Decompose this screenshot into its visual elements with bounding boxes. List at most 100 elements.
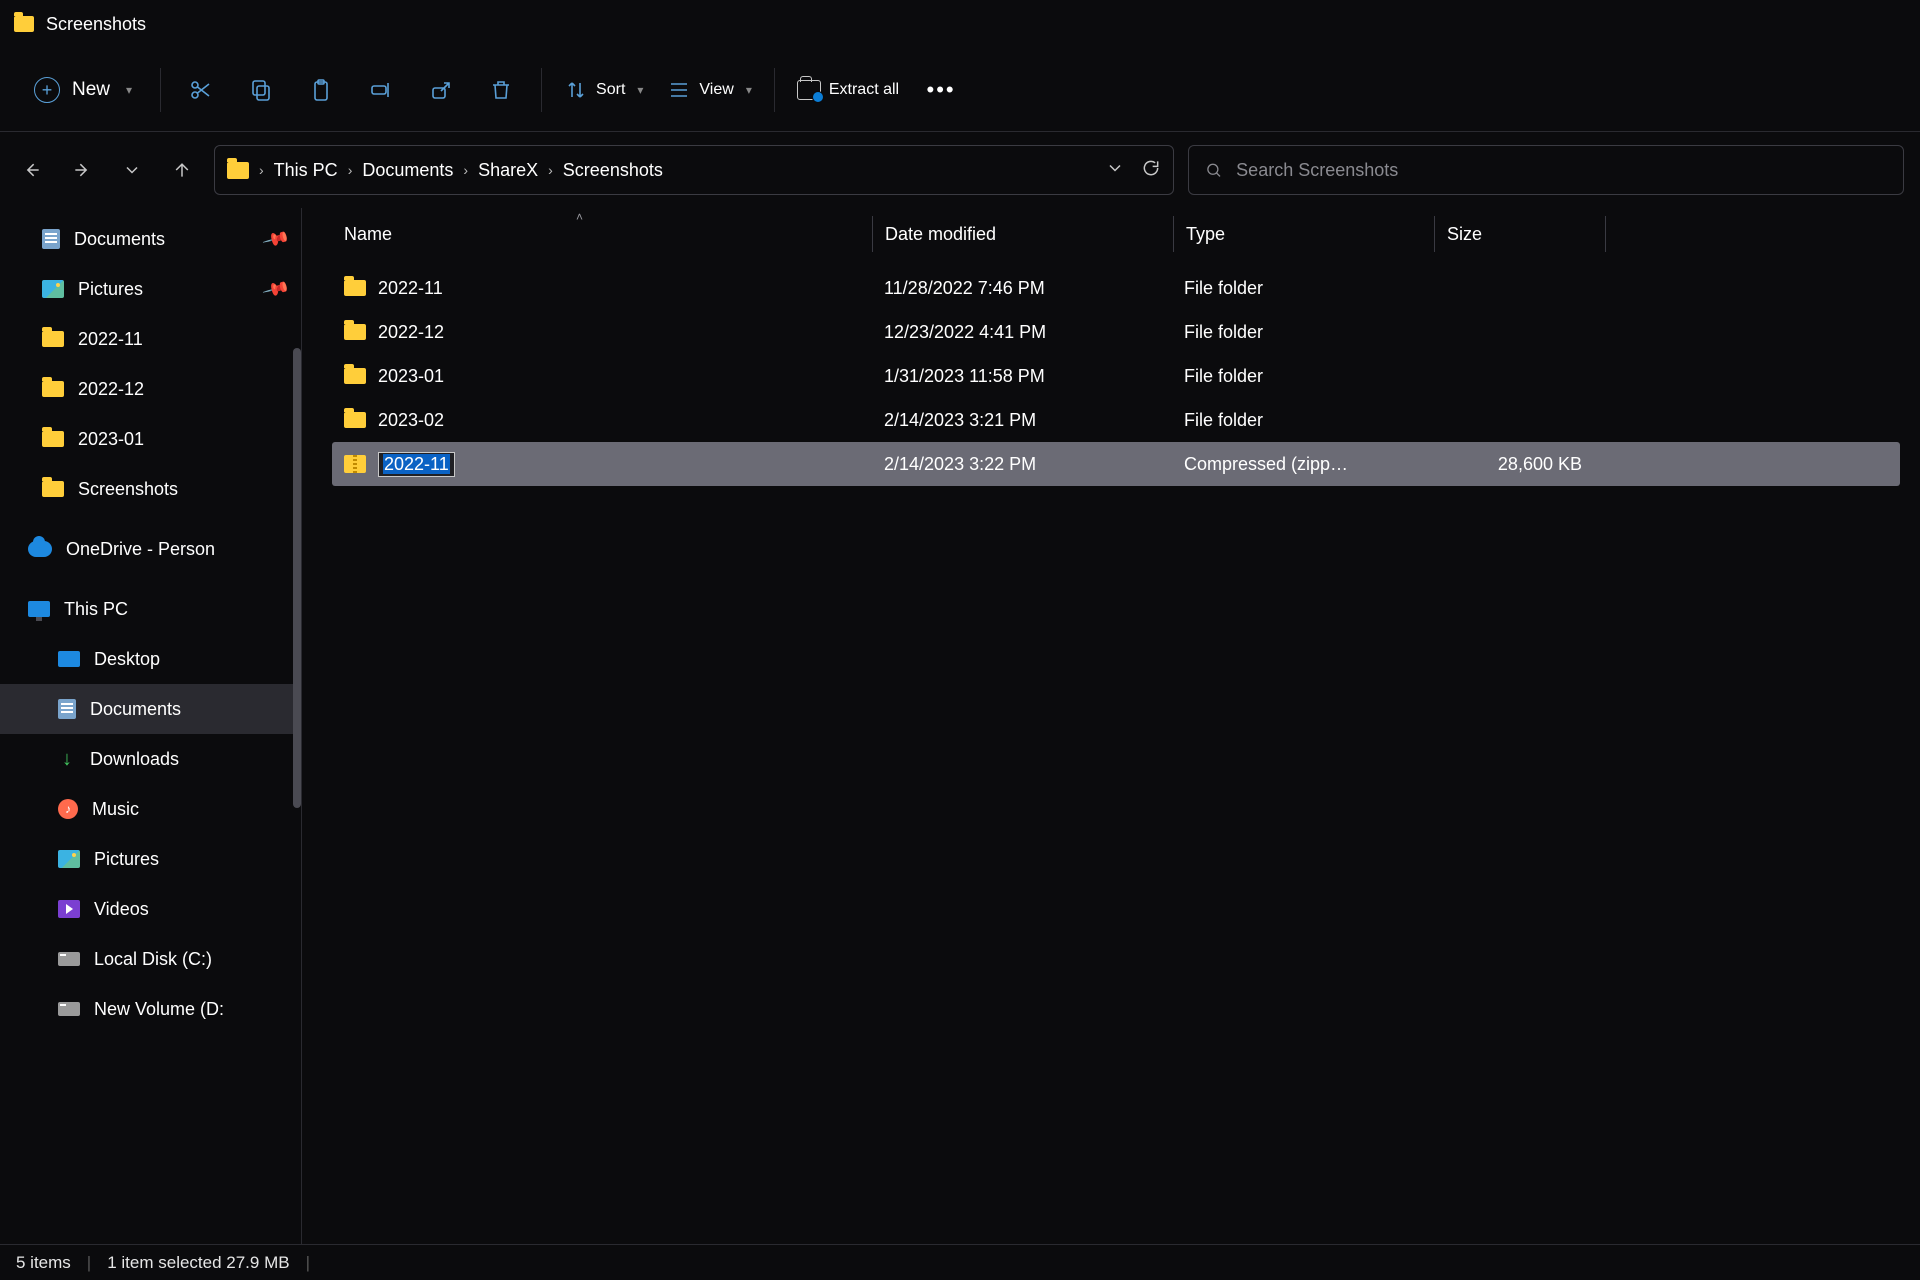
column-header-type[interactable]: Type xyxy=(1174,208,1434,260)
arrow-right-icon xyxy=(72,160,92,180)
delete-button[interactable] xyxy=(473,64,529,116)
address-bar[interactable]: › This PC › Documents › ShareX › Screens… xyxy=(214,145,1174,195)
rename-selection: 2022-11 xyxy=(383,454,450,474)
extract-all-button[interactable]: → Extract all xyxy=(787,64,909,116)
folder-icon xyxy=(227,162,249,179)
paste-button[interactable] xyxy=(293,64,349,116)
share-button[interactable] xyxy=(413,64,469,116)
music-icon: ♪ xyxy=(58,799,78,819)
share-icon xyxy=(429,78,453,102)
toolbar-separator xyxy=(541,68,542,112)
sidebar-item-pictures[interactable]: Pictures 📌 xyxy=(0,264,301,314)
column-separator[interactable] xyxy=(1605,216,1606,252)
file-row[interactable]: 2022-12 12/23/2022 4:41 PM File folder xyxy=(332,310,1900,354)
toolbar-separator xyxy=(774,68,775,112)
sidebar-item-disk-c[interactable]: Local Disk (C:) xyxy=(0,934,301,984)
search-icon xyxy=(1205,161,1222,179)
sidebar-item-desktop[interactable]: Desktop xyxy=(0,634,301,684)
sidebar-item-pictures[interactable]: Pictures xyxy=(0,834,301,884)
sidebar-item-label: Local Disk (C:) xyxy=(94,949,212,970)
pictures-icon xyxy=(58,850,80,868)
sidebar-item-downloads[interactable]: ↓ Downloads xyxy=(0,734,301,784)
up-button[interactable] xyxy=(164,152,200,188)
ellipsis-icon: ••• xyxy=(927,77,956,103)
file-row-selected[interactable]: 2022-11 2/14/2023 3:22 PM Compressed (zi… xyxy=(332,442,1900,486)
sidebar-item-label: OneDrive - Person xyxy=(66,539,215,560)
clipboard-icon xyxy=(309,78,333,102)
refresh-button[interactable] xyxy=(1141,158,1161,183)
sidebar-scrollbar[interactable] xyxy=(291,208,301,1244)
column-header-name[interactable]: Name xyxy=(332,208,872,260)
sidebar: Documents 📌 Pictures 📌 2022-11 2022-12 2… xyxy=(0,208,302,1244)
folder-icon xyxy=(42,331,64,347)
search-box[interactable] xyxy=(1188,145,1904,195)
folder-icon xyxy=(344,368,366,384)
sidebar-item-documents[interactable]: Documents 📌 xyxy=(0,214,301,264)
arrow-up-icon xyxy=(172,160,192,180)
breadcrumb-segment[interactable]: This PC xyxy=(274,160,338,181)
sidebar-item-folder[interactable]: 2022-12 xyxy=(0,364,301,414)
rename-input[interactable]: 2022-11 xyxy=(378,452,455,477)
more-button[interactable]: ••• xyxy=(913,64,969,116)
sidebar-item-folder[interactable]: Screenshots xyxy=(0,464,301,514)
toolbar-separator xyxy=(160,68,161,112)
address-dropdown-button[interactable] xyxy=(1105,158,1125,183)
folder-icon xyxy=(42,481,64,497)
desktop-icon xyxy=(58,651,80,667)
monitor-icon xyxy=(28,601,50,617)
back-button[interactable] xyxy=(14,152,50,188)
chevron-down-icon xyxy=(1105,158,1125,178)
cut-button[interactable] xyxy=(173,64,229,116)
chevron-down-icon xyxy=(122,160,142,180)
view-button-label: View xyxy=(699,81,733,99)
breadcrumb-segment[interactable]: ShareX xyxy=(478,160,538,181)
sidebar-item-folder[interactable]: 2023-01 xyxy=(0,414,301,464)
file-name: 2022-11 xyxy=(378,278,443,299)
file-row[interactable]: 2023-02 2/14/2023 3:21 PM File folder xyxy=(332,398,1900,442)
arrow-left-icon xyxy=(22,160,42,180)
sidebar-item-label: 2023-01 xyxy=(78,429,144,450)
sidebar-item-label: 2022-12 xyxy=(78,379,144,400)
scrollbar-thumb[interactable] xyxy=(293,348,301,808)
file-row[interactable]: 2022-11 11/28/2022 7:46 PM File folder xyxy=(332,266,1900,310)
status-separator: | xyxy=(306,1253,310,1273)
pin-icon: 📌 xyxy=(261,224,291,253)
search-input[interactable] xyxy=(1236,160,1887,181)
body: Documents 📌 Pictures 📌 2022-11 2022-12 2… xyxy=(0,208,1920,1244)
sidebar-item-videos[interactable]: Videos xyxy=(0,884,301,934)
file-row[interactable]: 2023-01 1/31/2023 11:58 PM File folder xyxy=(332,354,1900,398)
sidebar-item-folder[interactable]: 2022-11 xyxy=(0,314,301,364)
sort-button[interactable]: Sort ▾ xyxy=(554,64,653,116)
pin-icon: 📌 xyxy=(261,274,291,303)
file-name: 2023-02 xyxy=(378,410,444,431)
folder-icon xyxy=(42,381,64,397)
breadcrumb: › This PC › Documents › ShareX › Screens… xyxy=(259,160,663,181)
rename-button[interactable] xyxy=(353,64,409,116)
sidebar-item-music[interactable]: ♪ Music xyxy=(0,784,301,834)
sidebar-item-thispc[interactable]: This PC xyxy=(0,584,301,634)
sidebar-item-label: Downloads xyxy=(90,749,179,770)
forward-button[interactable] xyxy=(64,152,100,188)
column-header-date[interactable]: Date modified xyxy=(873,208,1173,260)
file-date: 12/23/2022 4:41 PM xyxy=(884,322,1046,343)
sidebar-item-onedrive[interactable]: OneDrive - Person xyxy=(0,524,301,574)
zip-icon xyxy=(344,455,366,473)
copy-button[interactable] xyxy=(233,64,289,116)
breadcrumb-segment[interactable]: Screenshots xyxy=(563,160,663,181)
new-button[interactable]: + New ▾ xyxy=(18,64,148,116)
view-icon xyxy=(667,78,691,102)
file-name: 2023-01 xyxy=(378,366,444,387)
sidebar-item-disk-d[interactable]: New Volume (D: xyxy=(0,984,301,1034)
file-size: 28,600 KB xyxy=(1498,454,1582,475)
scissors-icon xyxy=(189,78,213,102)
recent-locations-button[interactable] xyxy=(114,152,150,188)
file-date: 2/14/2023 3:22 PM xyxy=(884,454,1036,475)
file-type: File folder xyxy=(1184,366,1263,387)
sidebar-item-label: New Volume (D: xyxy=(94,999,224,1020)
column-header-size[interactable]: Size xyxy=(1435,208,1605,260)
file-type: File folder xyxy=(1184,410,1263,431)
view-button[interactable]: View ▾ xyxy=(657,64,761,116)
breadcrumb-segment[interactable]: Documents xyxy=(362,160,453,181)
new-button-label: New xyxy=(72,79,110,101)
sidebar-item-documents[interactable]: Documents xyxy=(0,684,301,734)
